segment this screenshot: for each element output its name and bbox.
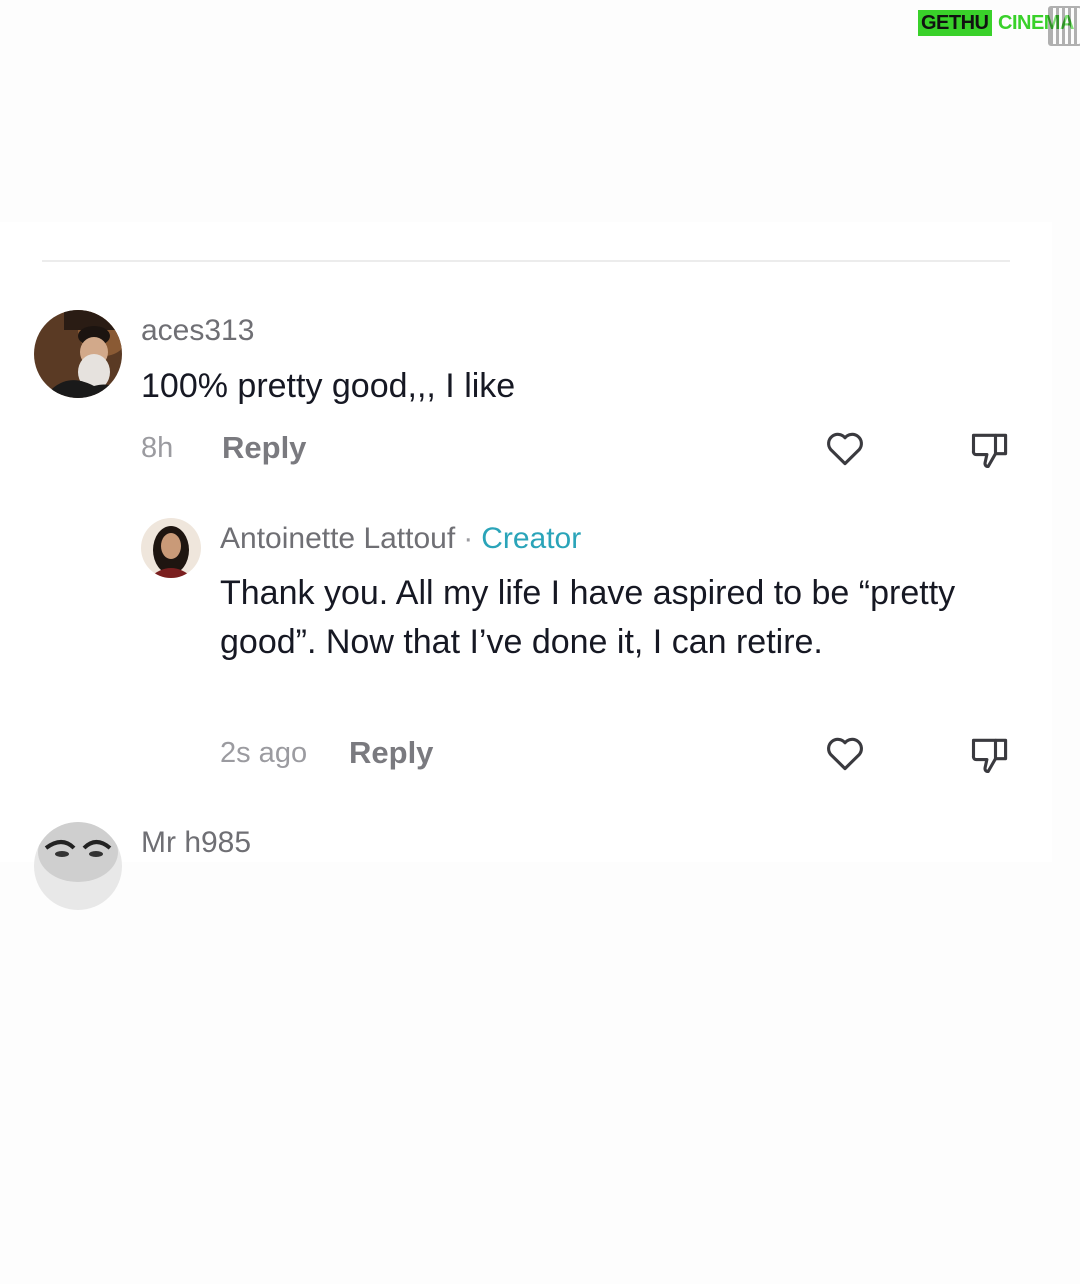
divider	[42, 260, 1010, 262]
watermark-left-text: GETHU	[918, 10, 992, 36]
heart-outline-icon[interactable]	[823, 426, 867, 470]
reply-button[interactable]: Reply	[349, 735, 433, 771]
avatar[interactable]	[141, 518, 201, 578]
thumbs-down-icon[interactable]	[968, 733, 1012, 777]
thumbs-down-icon[interactable]	[968, 428, 1012, 472]
separator: ·	[463, 522, 474, 555]
creator-badge: Creator	[481, 522, 582, 555]
comment-timestamp: 8h	[141, 432, 174, 464]
avatar[interactable]	[34, 310, 122, 398]
reply-text: Thank you. All my life I have aspired to…	[220, 574, 956, 661]
film-reel-icon	[1048, 6, 1080, 46]
comment-username[interactable]: aces313	[141, 314, 254, 348]
comment-text: 100% pretty good,,, I like	[141, 367, 516, 405]
reply-timestamp: 2s ago	[220, 737, 308, 769]
reply-author[interactable]: Antoinette Lattouf	[220, 522, 455, 555]
comment-username[interactable]: Mr h985	[141, 826, 251, 860]
heart-outline-icon[interactable]	[823, 731, 867, 775]
watermark-logo: GETHU CINEMA	[918, 2, 1080, 46]
reply-button[interactable]: Reply	[222, 430, 306, 466]
avatar[interactable]	[34, 822, 122, 910]
reply-username: Antoinette Lattouf · Creator	[220, 522, 581, 556]
comments-panel: aces313 100% pretty good,,, I like 8h Re…	[0, 222, 1052, 910]
